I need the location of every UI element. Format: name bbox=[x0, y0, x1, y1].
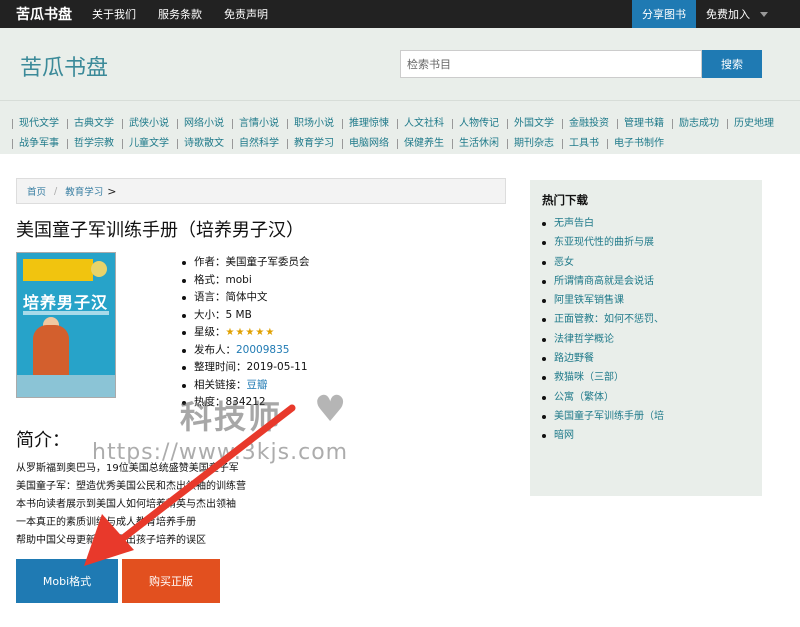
hot-download-item[interactable]: 法律哲学概论 bbox=[542, 330, 750, 349]
intro-text: 从罗斯福到奥巴马，19位美国总统盛赞美国童子军 美国童子军：塑造优秀美国公民和杰… bbox=[16, 460, 246, 550]
top-nav: 关于我们 服务条款 免责声明 bbox=[92, 6, 290, 22]
category-link[interactable]: 管理书籍 bbox=[617, 119, 670, 129]
category-link[interactable]: 工具书 bbox=[562, 139, 605, 149]
hot-downloads-title: 热门下载 bbox=[542, 193, 588, 207]
hot-download-item[interactable]: 东亚现代性的曲折与展 bbox=[542, 233, 750, 252]
meta-size: 大小：5 MB bbox=[180, 307, 310, 325]
category-link[interactable]: 自然科学 bbox=[232, 139, 285, 149]
cover-footer bbox=[17, 375, 115, 397]
category-link[interactable]: 电脑网络 bbox=[342, 139, 395, 149]
category-link[interactable]: 人文社科 bbox=[397, 119, 450, 129]
meta-format: 格式：mobi bbox=[180, 272, 310, 290]
category-link[interactable]: 现代文学 bbox=[12, 119, 65, 129]
cover-emblem bbox=[91, 261, 107, 277]
cover-banner bbox=[23, 259, 93, 281]
intro-line: 帮助中国父母更新观念走出孩子培养的误区 bbox=[16, 535, 206, 546]
douban-link[interactable]: 豆瓣 bbox=[247, 379, 268, 391]
book-meta: 作者：美国童子军委员会 格式：mobi 语言：简体中文 大小：5 MB 星级：★… bbox=[180, 254, 310, 412]
intro-line: 一本真正的素质训练与成人教育培养手册 bbox=[16, 517, 196, 528]
watermark-url: https://www.3kjs.com bbox=[92, 440, 349, 465]
hot-downloads-list: 无声告白 东亚现代性的曲折与展 恶女 所谓情商高就是会说话 阿里铁军销售课 正面管教：如何… bbox=[542, 214, 750, 446]
meta-publisher: 发布人：20009835 bbox=[180, 342, 310, 360]
category-link[interactable]: 教育学习 bbox=[287, 139, 340, 149]
category-link[interactable]: 电子书制作 bbox=[607, 139, 670, 149]
join-free-label: 免费加入 bbox=[706, 8, 750, 21]
hot-download-item[interactable]: 救猫咪（三部） bbox=[542, 368, 750, 387]
publisher-link[interactable]: 20009835 bbox=[236, 344, 289, 356]
nav-terms[interactable]: 服务条款 bbox=[158, 6, 202, 22]
hot-download-item[interactable]: 公寓（繁体） bbox=[542, 388, 750, 407]
cover-title: 培养男子汉 bbox=[23, 293, 109, 312]
meta-language: 语言：简体中文 bbox=[180, 289, 310, 307]
join-free-dropdown[interactable]: 免费加入 bbox=[706, 0, 768, 28]
breadcrumb-arrow: > bbox=[107, 184, 117, 198]
category-list: 现代文学 古典文学 武侠小说 网络小说 言情小说 职场小说 推理惊悚 人文社科 人物传记 外国文学… bbox=[12, 114, 792, 154]
category-bar: 现代文学 古典文学 武侠小说 网络小说 言情小说 职场小说 推理惊悚 人文社科 人物传记 外国文学… bbox=[0, 100, 800, 154]
search-button[interactable]: 搜索 bbox=[702, 50, 762, 78]
brand-logo[interactable]: 苦瓜书盘 bbox=[0, 4, 92, 24]
intro-heading: 简介： bbox=[16, 430, 70, 451]
site-header: 苦瓜书盘 搜索 bbox=[0, 28, 800, 100]
category-link[interactable]: 言情小说 bbox=[232, 119, 285, 129]
category-link[interactable]: 战争军事 bbox=[12, 139, 65, 149]
hot-download-item[interactable]: 恶女 bbox=[542, 253, 750, 272]
meta-date: 整理时间：2019-05-11 bbox=[180, 359, 310, 377]
share-book-button[interactable]: 分享图书 bbox=[632, 0, 696, 28]
site-title[interactable]: 苦瓜书盘 bbox=[20, 50, 108, 82]
nav-about[interactable]: 关于我们 bbox=[92, 6, 136, 22]
intro-line: 美国童子军：塑造优秀美国公民和杰出领袖的训练营 bbox=[16, 481, 246, 492]
category-link[interactable]: 武侠小说 bbox=[122, 119, 175, 129]
category-link[interactable]: 期刊杂志 bbox=[507, 139, 560, 149]
category-link[interactable]: 职场小说 bbox=[287, 119, 340, 129]
category-link[interactable]: 哲学宗教 bbox=[67, 139, 120, 149]
category-link[interactable]: 历史地理 bbox=[727, 119, 780, 129]
hot-download-item[interactable]: 暗网 bbox=[542, 426, 750, 445]
hot-download-item[interactable]: 所谓情商高就是会说话 bbox=[542, 272, 750, 291]
category-link[interactable]: 推理惊悚 bbox=[342, 119, 395, 129]
breadcrumb-home[interactable]: 首页 bbox=[27, 184, 46, 198]
category-link[interactable]: 外国文学 bbox=[507, 119, 560, 129]
buy-genuine-button[interactable]: 购买正版 bbox=[122, 559, 220, 603]
breadcrumb-section[interactable]: 教育学习 bbox=[65, 184, 103, 198]
breadcrumb-separator: / bbox=[54, 185, 58, 197]
hot-download-item[interactable]: 阿里铁军销售课 bbox=[542, 291, 750, 310]
hot-download-item[interactable]: 美国童子军训练手册（培 bbox=[542, 407, 750, 426]
cover-person bbox=[33, 325, 69, 381]
hot-downloads-panel: 热门下载 无声告白 东亚现代性的曲折与展 恶女 所谓情商高就是会说话 阿里铁军销售课 正面… bbox=[530, 180, 762, 496]
nav-disclaimer[interactable]: 免责声明 bbox=[224, 6, 268, 22]
category-link[interactable]: 励志成功 bbox=[672, 119, 725, 129]
category-link[interactable]: 金融投资 bbox=[562, 119, 615, 129]
hot-download-item[interactable]: 路边野餐 bbox=[542, 349, 750, 368]
breadcrumb: 首页 / 教育学习 > bbox=[16, 178, 506, 204]
meta-rating: 星级：★★★★★ bbox=[180, 324, 310, 342]
top-navbar: 苦瓜书盘 关于我们 服务条款 免责声明 分享图书 免费加入 bbox=[0, 0, 800, 28]
hot-download-item[interactable]: 正面管教：如何不惩罚、 bbox=[542, 310, 750, 329]
hot-download-item[interactable]: 无声告白 bbox=[542, 214, 750, 233]
category-link[interactable]: 诗歌散文 bbox=[177, 139, 230, 149]
heart-icon: ♥ bbox=[314, 389, 347, 430]
category-link[interactable]: 生活休闲 bbox=[452, 139, 505, 149]
intro-line: 本书向读者展示到美国人如何培养精英与杰出领袖 bbox=[16, 499, 236, 510]
category-link[interactable]: 网络小说 bbox=[177, 119, 230, 129]
category-link[interactable]: 人物传记 bbox=[452, 119, 505, 129]
meta-author: 作者：美国童子军委员会 bbox=[180, 254, 310, 272]
book-title: 美国童子军训练手册（培养男子汉） bbox=[16, 220, 304, 241]
category-link[interactable]: 保健养生 bbox=[397, 139, 450, 149]
star-rating: ★★★★★ bbox=[225, 327, 276, 338]
mobi-download-button[interactable]: Mobi格式 bbox=[16, 559, 118, 603]
category-link[interactable]: 古典文学 bbox=[67, 119, 120, 129]
caret-down-icon bbox=[760, 11, 768, 17]
search-input[interactable] bbox=[400, 50, 702, 78]
cover-subtitle-bar bbox=[23, 311, 109, 315]
category-link[interactable]: 儿童文学 bbox=[122, 139, 175, 149]
watermark-logo: 科技师 bbox=[180, 398, 283, 436]
book-cover: 培养男子汉 bbox=[16, 252, 116, 398]
